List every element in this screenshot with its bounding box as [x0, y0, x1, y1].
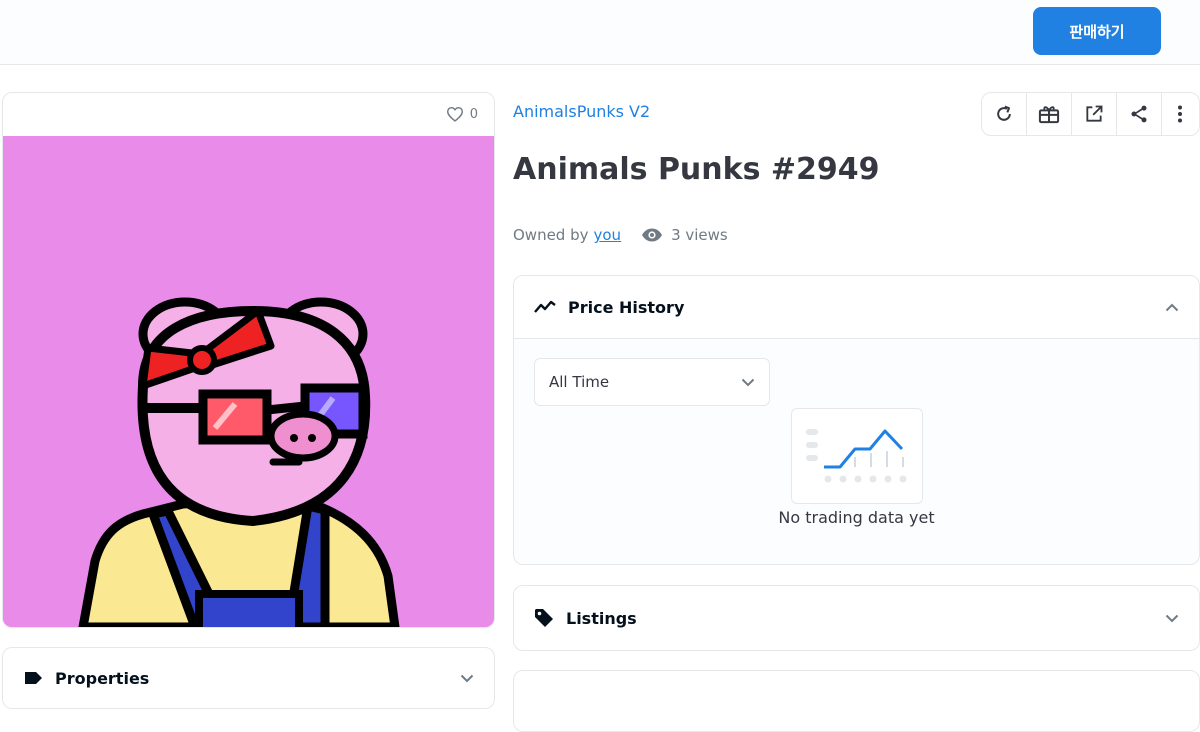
empty-chart-icon [791, 408, 923, 504]
eye-icon [641, 228, 663, 242]
time-range-value: All Time [549, 373, 610, 391]
open-external-button[interactable] [1072, 93, 1117, 135]
item-actions [981, 92, 1200, 136]
time-range-select[interactable]: All Time [534, 358, 770, 406]
chevron-down-icon [741, 378, 755, 387]
top-bar: 판매하기 [0, 0, 1200, 65]
transfer-button[interactable] [1027, 93, 1072, 135]
price-history-header[interactable]: Price History [514, 276, 1199, 339]
owned-by-label: Owned by [513, 226, 589, 244]
price-history-panel: Price History All Time No trading data y… [513, 275, 1200, 565]
refresh-button[interactable] [982, 93, 1027, 135]
nft-image [3, 136, 494, 627]
listings-header[interactable]: Listings [514, 586, 1199, 650]
properties-title: Properties [55, 668, 150, 688]
share-button[interactable] [1117, 93, 1162, 135]
more-options-button[interactable] [1162, 93, 1199, 135]
empty-state-text: No trading data yet [778, 508, 935, 527]
chevron-down-icon[interactable] [1165, 614, 1179, 623]
share-icon [1129, 104, 1149, 124]
sell-button[interactable]: 판매하기 [1033, 7, 1161, 55]
refresh-icon [994, 104, 1014, 124]
properties-panel[interactable]: Properties [2, 647, 495, 709]
favorite-bar: 0 [3, 93, 494, 135]
external-link-icon [1084, 104, 1104, 124]
properties-header[interactable]: Properties [3, 648, 494, 708]
chevron-up-icon[interactable] [1165, 303, 1179, 312]
trend-icon [534, 300, 556, 314]
item-title: Animals Punks #2949 [513, 152, 880, 187]
owner-link[interactable]: you [594, 226, 622, 244]
favorite-count: 0 [469, 106, 478, 122]
gift-icon [1038, 104, 1060, 124]
item-meta: Owned by you 3 views [513, 226, 728, 244]
price-tag-icon [534, 608, 554, 628]
heart-icon[interactable] [446, 106, 464, 122]
views-count: 3 views [671, 226, 728, 244]
more-icon [1177, 105, 1183, 123]
price-history-title: Price History [568, 297, 685, 317]
tag-icon [23, 670, 43, 686]
listings-panel[interactable]: Listings [513, 585, 1200, 651]
chevron-down-icon[interactable] [460, 674, 474, 683]
collection-link[interactable]: AnimalsPunks V2 [513, 102, 650, 121]
listings-title: Listings [566, 608, 637, 628]
next-panel [513, 670, 1200, 732]
item-image-card: 0 [2, 92, 495, 628]
